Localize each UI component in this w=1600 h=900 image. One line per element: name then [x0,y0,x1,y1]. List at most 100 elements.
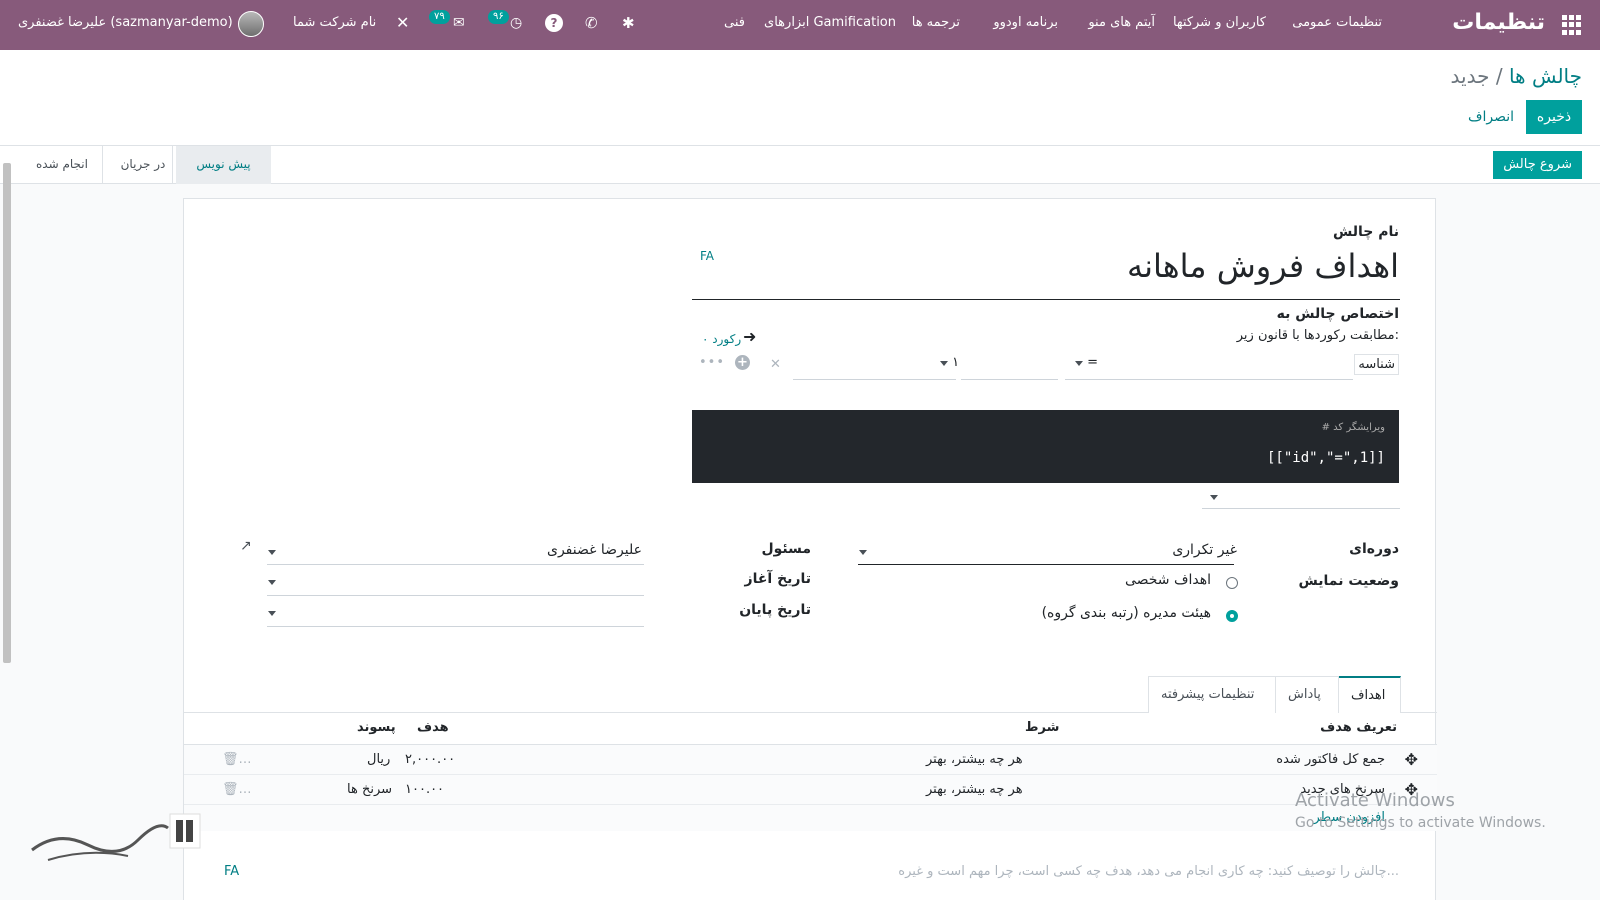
visibility-board-label[interactable]: هیئت مدیره (رتبه بندی گروه) [1042,605,1211,621]
domain-value-select[interactable]: ۱ [940,355,959,370]
chevron-down-icon [268,611,276,616]
column-condition[interactable]: شرط [1025,720,1059,735]
end-date-label: تاریخ پایان [739,602,811,618]
more-options-icon[interactable]: ••• [699,355,725,370]
start-challenge-button[interactable]: شروع چالش [1493,151,1582,179]
description-language-button[interactable]: FA [224,864,239,879]
responsible-caret[interactable] [268,544,276,559]
activities-clock-icon[interactable]: ◷ [510,0,522,50]
domain-rule-text: مطابقت رکوردها با قانون زیر: [1236,328,1399,343]
save-button[interactable]: ذخیره [1526,100,1582,134]
start-date-label: تاریخ آغاز [744,571,811,587]
goal-suffix-cell[interactable]: سرنخ ها [347,775,392,805]
period-underline [858,564,1234,565]
visibility-personal-radio[interactable] [1226,577,1238,589]
debug-bug-icon[interactable]: ✱ [622,0,635,50]
tools-icon[interactable]: ✕ [396,0,409,50]
messages-chat-icon[interactable]: ✉ [453,0,465,50]
app-brand[interactable]: تنظیمات [1452,0,1545,46]
column-target[interactable]: هدف [417,720,449,735]
tab-advanced-settings[interactable]: تنظیمات پیشرفته [1148,676,1276,713]
messages-badge[interactable]: ۷۹ [429,0,450,50]
responsible-select[interactable]: علیرضا غضنفری [547,542,642,558]
watermark-title: Activate Windows [1295,790,1455,811]
name-language-button[interactable]: FA [700,249,714,263]
breadcrumb-challenges-link[interactable]: چالش ها [1509,64,1582,88]
vertical-scrollbar[interactable] [3,163,11,663]
goal-target-cell[interactable]: ۱۰۰.۰۰ [405,775,444,805]
chevron-down-icon [1075,361,1083,366]
stage-divider [172,146,173,184]
delete-rule-icon[interactable]: ✕ [770,357,781,372]
status-bar: شروع چالش پیش نویس در جریان انجام شده [0,146,1600,184]
domain-field-path[interactable]: شناسه [1354,354,1399,375]
table-row[interactable]: ✥ سرنخ های جدید هر چه بیشتر، بهتر ۱۰۰.۰۰… [184,775,1437,805]
control-panel: چالش ها / جدید ذخیره انصراف [0,50,1600,146]
end-date-caret[interactable] [268,605,276,620]
code-editor-label: # ویرایشگر کد [1321,422,1385,433]
record-count-link[interactable]: ۰ رکورد [702,332,741,346]
description-input[interactable]: چالش را توصیف کنید: چه کاری انجام می دهد… [898,864,1399,879]
period-label: دوره‌ای [1349,541,1399,557]
responsible-underline [267,564,644,565]
goal-definition-cell[interactable]: جمع کل فاکتور شده [1276,745,1385,775]
challenge-name-label: نام چالش [1332,224,1399,240]
goal-condition-cell[interactable]: هر چه بیشتر، بهتر [926,745,1023,775]
column-suffix[interactable]: پسوند [357,720,396,735]
period-select[interactable]: غیر تکراری [1172,542,1237,558]
top-navbar: تنظیمات تنظیمات عمومی کاربران و شرکتها آ… [0,0,1600,50]
responsible-label: مسئول [761,541,811,557]
tab-rewards[interactable]: پاداش [1275,676,1339,713]
tab-goals[interactable]: اهداف [1338,676,1401,713]
delete-row-icon[interactable]: 🗑︎… [222,745,252,775]
stage-in-progress[interactable]: در جریان [110,146,176,184]
add-rule-icon[interactable]: + [735,355,750,370]
visibility-label: وضعیت نمایش [1298,573,1400,589]
menu-item-users-companies[interactable]: کاربران و شرکتها [1173,0,1266,50]
drag-handle-icon[interactable]: ✥ [1405,745,1418,775]
stage-divider [102,146,103,184]
table-row[interactable]: ✥ جمع کل فاکتور شده هر چه بیشتر، بهتر ۲,… [184,745,1437,775]
visibility-personal-label[interactable]: اهداف شخصی [1125,572,1211,588]
domain-operator-underline [961,379,1058,380]
breadcrumb-current: جدید [1450,64,1490,88]
user-menu[interactable]: علیرضا غضنفری (sazmanyar-demo) [18,0,233,50]
goals-table-header: تعریف هدف شرط هدف پسوند [184,713,1437,745]
discard-button[interactable]: انصراف [1468,100,1514,134]
code-editor[interactable]: # ویرایشگر کد [["id","=",1]] [692,410,1399,483]
period-caret[interactable] [859,544,867,559]
menu-item-technical[interactable]: فنی [724,0,745,50]
chevron-down-icon [268,550,276,555]
site-logo [28,810,208,870]
external-link-icon[interactable]: ↗ [240,538,252,554]
delete-row-icon[interactable]: 🗑︎… [222,775,252,805]
menu-item-gamification-tools[interactable]: ابزارهای Gamification [764,0,896,50]
domain-field-underline [1065,379,1353,380]
menu-item-menu-items[interactable]: آیتم های منو [1088,0,1155,50]
company-switcher[interactable]: نام شرکت شما [293,0,376,50]
challenge-name-input[interactable]: اهداف فروش ماهانه [1127,247,1399,285]
menu-item-general-settings[interactable]: تنظیمات عمومی [1292,0,1382,50]
name-underline [692,299,1400,300]
end-date-underline [267,626,644,627]
help-icon[interactable]: ? [545,14,563,32]
user-avatar[interactable] [238,11,264,37]
goal-suffix-cell[interactable]: ریال [367,745,390,775]
domain-operator-select[interactable]: = [1075,355,1098,370]
goal-condition-cell[interactable]: هر چه بیشتر، بهتر [926,775,1023,805]
activities-badge[interactable]: ۹۶ [488,0,509,50]
menu-item-odoo-app[interactable]: برنامه اودوو [993,0,1058,50]
start-date-caret[interactable] [268,574,276,589]
goal-target-cell[interactable]: ۲,۰۰۰.۰۰ [405,745,455,775]
apps-menu-icon[interactable] [1562,15,1582,35]
stage-draft[interactable]: پیش نویس [176,146,271,184]
code-editor-value[interactable]: [["id","=",1]] [1267,450,1385,466]
stage-done[interactable]: انجام شده [22,146,102,184]
dropdown-caret[interactable] [1210,489,1218,504]
arrow-right-icon: ➜ [743,327,757,346]
phone-icon[interactable]: ✆ [585,0,598,50]
assign-challenge-label: اختصاص چالش به [1276,306,1399,322]
menu-item-translations[interactable]: ترجمه ها [912,0,960,50]
visibility-board-radio[interactable] [1226,610,1238,622]
column-goal-definition[interactable]: تعریف هدف [1320,720,1397,735]
